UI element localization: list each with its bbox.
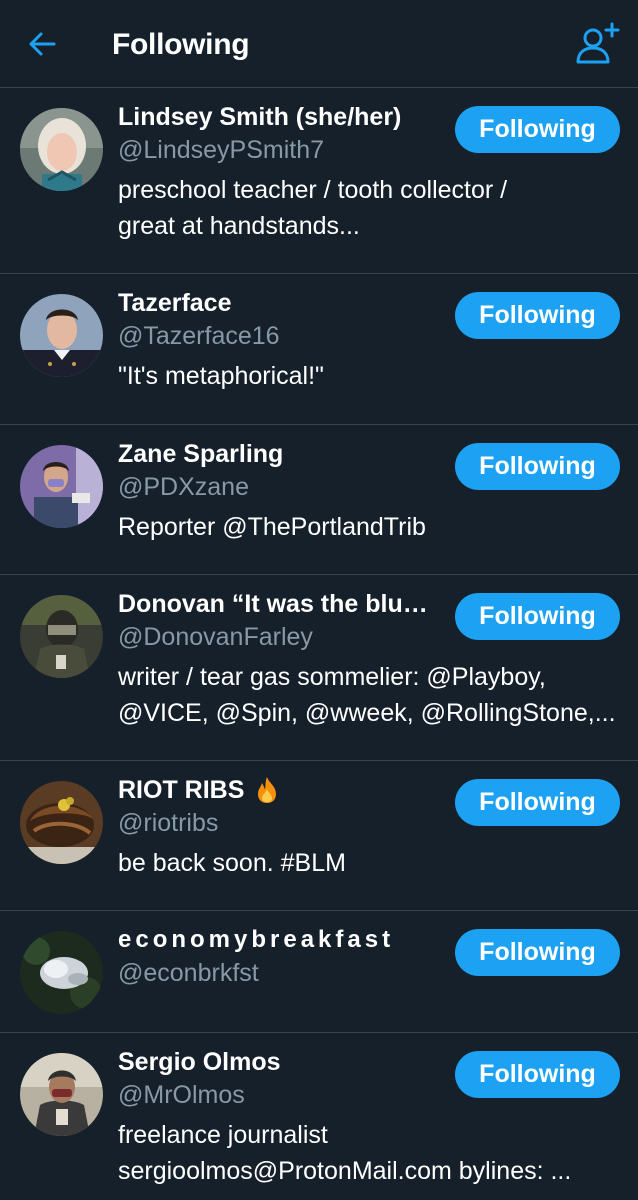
- user-bio: writer / tear gas sommelier: @Playboy, @…: [118, 659, 620, 731]
- bio-line: Reporter @ThePortlandTrib: [118, 513, 426, 541]
- user-name: RIOT RIBS: [118, 776, 245, 804]
- avatar-image: [20, 931, 103, 1014]
- avatar-image: [20, 108, 103, 191]
- bio-line: sergioolmos@ProtonMail.com bylines: ...: [118, 1157, 572, 1185]
- list-item[interactable]: Donovan “It was the blurs... @DonovanFar…: [0, 575, 638, 761]
- avatar: [20, 445, 103, 528]
- back-button[interactable]: [24, 26, 60, 62]
- list-item[interactable]: Lindsey Smith (she/her) @LindseyPSmith7 …: [0, 88, 638, 274]
- following-list: Lindsey Smith (she/her) @LindseyPSmith7 …: [0, 88, 638, 1200]
- following-button[interactable]: Following: [455, 443, 620, 490]
- list-item[interactable]: Tazerface @Tazerface16 "It's metaphorica…: [0, 274, 638, 425]
- avatar: [20, 931, 103, 1014]
- user-name: Donovan “It was the blurs...: [118, 590, 428, 618]
- following-button[interactable]: Following: [455, 106, 620, 153]
- bio-line: be back soon. #BLM: [118, 849, 346, 877]
- following-button[interactable]: Following: [455, 593, 620, 640]
- bio-line: freelance journalist: [118, 1121, 328, 1149]
- following-button[interactable]: Following: [455, 292, 620, 339]
- following-button[interactable]: Following: [455, 1051, 620, 1098]
- avatar-image: [20, 1053, 103, 1136]
- avatar-image: [20, 595, 103, 678]
- fire-icon: [258, 777, 277, 803]
- avatar-image: [20, 294, 103, 377]
- bio-line: writer / tear gas sommelier: @Playboy,: [118, 663, 546, 691]
- following-button[interactable]: Following: [455, 929, 620, 976]
- user-name: Sergio Olmos: [118, 1048, 281, 1076]
- user-name: economybreakfast: [118, 926, 395, 953]
- avatar: [20, 108, 103, 191]
- user-bio: freelance journalist sergioolmos@ProtonM…: [118, 1117, 620, 1189]
- list-item[interactable]: Zane Sparling @PDXzane Reporter @ThePort…: [0, 425, 638, 575]
- avatar: [20, 294, 103, 377]
- bio-line: "It's metaphorical!": [118, 362, 324, 390]
- avatar: [20, 595, 103, 678]
- list-item[interactable]: economybreakfast @econbrkfst Following: [0, 911, 638, 1033]
- add-user-icon: [576, 22, 620, 64]
- user-name: Lindsey Smith (she/her): [118, 103, 402, 131]
- list-item[interactable]: Sergio Olmos @MrOlmos freelance journali…: [0, 1033, 638, 1200]
- user-name: Zane Sparling: [118, 440, 284, 468]
- following-screen: Following Lindsey Smith (she/her) @Linds…: [0, 0, 638, 1200]
- bio-line: @VICE, @Spin, @wweek, @RollingStone,...: [118, 699, 616, 727]
- arrow-left-icon: [29, 32, 56, 56]
- list-item[interactable]: RIOT RIBS @riotribs be back soon. #BLM F…: [0, 761, 638, 911]
- add-user-button[interactable]: [574, 20, 622, 68]
- avatar-image: [20, 445, 103, 528]
- page-title: Following: [112, 28, 250, 61]
- following-button[interactable]: Following: [455, 779, 620, 826]
- top-app-bar: Following: [0, 0, 638, 88]
- avatar: [20, 781, 103, 864]
- avatar-image: [20, 781, 103, 864]
- user-bio: Reporter @ThePortlandTrib: [118, 509, 620, 545]
- user-name: Tazerface: [118, 289, 232, 317]
- bio-line: preschool teacher / tooth collector /: [118, 176, 508, 204]
- user-bio: be back soon. #BLM: [118, 845, 620, 881]
- user-bio: preschool teacher / tooth collector / gr…: [118, 172, 620, 244]
- avatar: [20, 1053, 103, 1136]
- bio-line: great at handstands...: [118, 212, 360, 240]
- user-bio: "It's metaphorical!": [118, 358, 620, 394]
